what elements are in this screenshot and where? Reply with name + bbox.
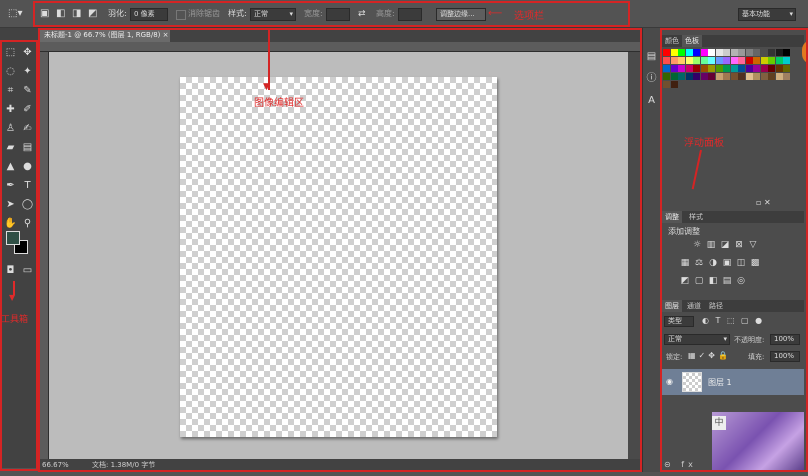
canvas-highlight [38, 28, 642, 472]
history-panel-icon[interactable]: ▤ [645, 50, 658, 63]
chevron-down-icon: ▾ [789, 10, 793, 18]
panels-highlight [660, 28, 808, 472]
properties-panel-icon[interactable]: ⓘ [645, 72, 658, 85]
toolbox-highlight [0, 40, 38, 471]
character-panel-icon[interactable]: A [645, 94, 658, 107]
workspace-value: 基本功能 [742, 10, 770, 18]
marquee-preset-icon[interactable]: ⬚▾ [8, 8, 22, 20]
workspace-select[interactable]: 基本功能 ▾ [738, 8, 796, 21]
options-highlight [33, 1, 630, 27]
panel-icon-strip: ▤ ⓘ A [642, 28, 660, 472]
